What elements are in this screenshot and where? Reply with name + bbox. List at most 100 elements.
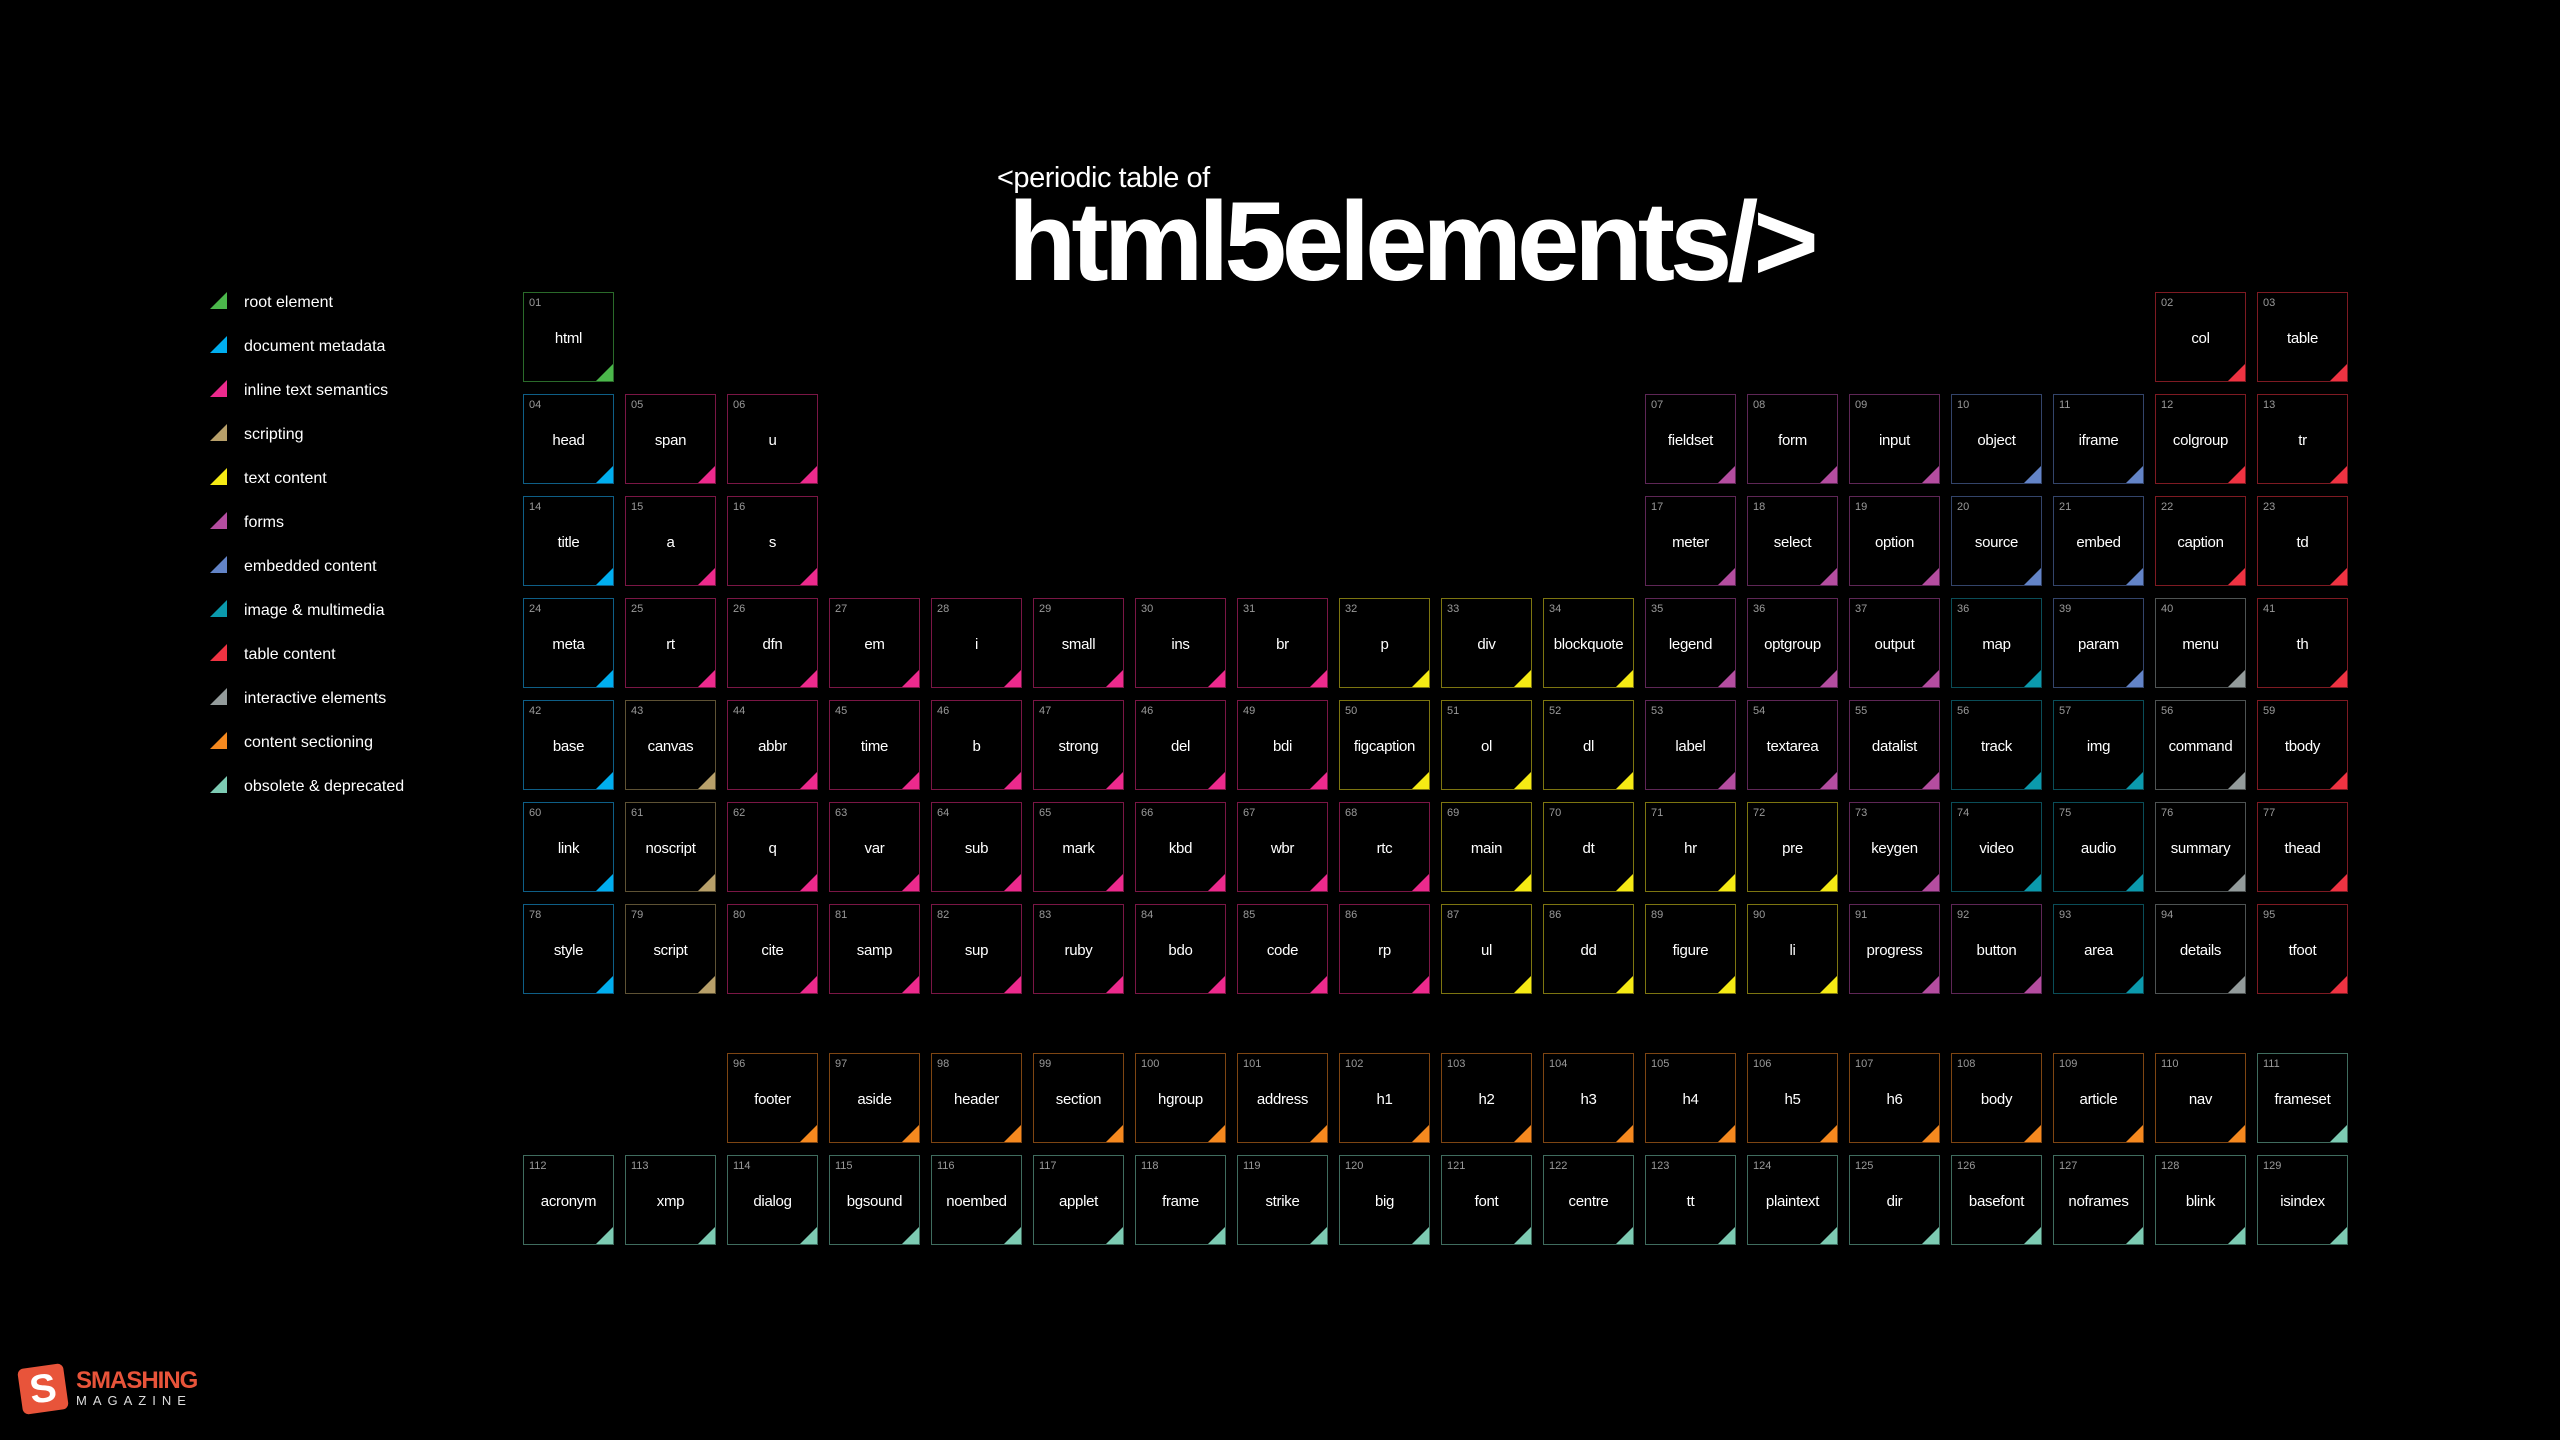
element-name: tfoot <box>2288 942 2317 959</box>
element-cell-span: 05 span <box>625 394 716 484</box>
element-cell-output: 37 output <box>1849 598 1940 688</box>
element-cell-small: 29 small <box>1033 598 1124 688</box>
element-name: embed <box>2076 534 2121 551</box>
element-name: dl <box>1582 738 1595 755</box>
element-number: 92 <box>1957 909 1970 921</box>
element-number: 51 <box>1447 705 1460 717</box>
category-corner-icon <box>1106 670 1123 687</box>
element-cell-datalist: 55 datalist <box>1849 700 1940 790</box>
element-name: bdi <box>1272 738 1293 755</box>
element-name: ul <box>1480 942 1493 959</box>
element-name: progress <box>1866 942 1923 959</box>
element-name: q <box>768 840 777 857</box>
category-corner-icon <box>1004 670 1021 687</box>
element-cell-param: 39 param <box>2053 598 2144 688</box>
category-corner-icon <box>698 772 715 789</box>
element-number: 56 <box>2161 705 2174 717</box>
element-number: 29 <box>1039 603 1052 615</box>
element-number: 27 <box>835 603 848 615</box>
element-name: hgroup <box>1158 1091 1203 1108</box>
category-corner-icon <box>596 568 613 585</box>
element-cell-u: 06 u <box>727 394 818 484</box>
logo-wordmark-top: SMASHING <box>76 1366 198 1394</box>
element-name: code <box>1266 942 1299 959</box>
category-corner-icon <box>1310 1227 1327 1244</box>
category-corner-icon <box>2228 976 2245 993</box>
legend-triangle-icon <box>210 512 227 529</box>
element-name: link <box>557 840 580 857</box>
category-corner-icon <box>902 874 919 891</box>
element-number: 123 <box>1651 1160 1670 1172</box>
category-corner-icon <box>1004 1227 1021 1244</box>
element-cell-col: 02 col <box>2155 292 2246 382</box>
element-number: 122 <box>1549 1160 1568 1172</box>
element-name: ol <box>1480 738 1493 755</box>
element-cell-rt: 25 rt <box>625 598 716 688</box>
element-number: 85 <box>1243 909 1256 921</box>
legend-triangle-icon <box>210 644 227 661</box>
element-name: basefont <box>1968 1193 2025 1210</box>
legend-triangle-icon <box>210 688 227 705</box>
category-corner-icon <box>1310 874 1327 891</box>
legend-triangle-icon <box>210 468 227 485</box>
element-number: 06 <box>733 399 746 411</box>
element-name: html <box>554 330 583 347</box>
category-corner-icon <box>2024 772 2041 789</box>
element-number: 62 <box>733 807 746 819</box>
element-cell-samp: 81 samp <box>829 904 920 994</box>
category-corner-icon <box>1718 976 1735 993</box>
category-corner-icon <box>1412 874 1429 891</box>
page-title: html5elements/> <box>1008 179 1819 304</box>
element-cell-main: 69 main <box>1441 802 1532 892</box>
element-cell-track: 56 track <box>1951 700 2042 790</box>
category-corner-icon <box>1820 976 1837 993</box>
element-name: noframes <box>2068 1193 2129 1210</box>
element-number: 22 <box>2161 501 2174 513</box>
element-number: 31 <box>1243 603 1256 615</box>
element-number: 50 <box>1345 705 1358 717</box>
category-corner-icon <box>1514 1125 1531 1142</box>
element-number: 87 <box>1447 909 1460 921</box>
category-corner-icon <box>1514 874 1531 891</box>
element-cell-dl: 52 dl <box>1543 700 1634 790</box>
element-number: 65 <box>1039 807 1052 819</box>
legend-triangle-icon <box>210 556 227 573</box>
element-name: output <box>1874 636 1915 653</box>
element-number: 41 <box>2263 603 2276 615</box>
element-number: 53 <box>1651 705 1664 717</box>
element-number: 86 <box>1549 909 1562 921</box>
element-name: sup <box>964 942 989 959</box>
element-cell-tr: 13 tr <box>2257 394 2348 484</box>
category-corner-icon <box>1820 670 1837 687</box>
element-name: pre <box>1782 840 1803 857</box>
element-number: 95 <box>2263 909 2276 921</box>
element-name: samp <box>856 942 893 959</box>
element-number: 125 <box>1855 1160 1874 1172</box>
category-corner-icon <box>2330 364 2347 381</box>
element-number: 55 <box>1855 705 1868 717</box>
element-number: 104 <box>1549 1058 1568 1070</box>
element-number: 99 <box>1039 1058 1052 1070</box>
element-number: 13 <box>2263 399 2276 411</box>
category-corner-icon <box>1004 976 1021 993</box>
element-cell-figcaption: 50 figcaption <box>1339 700 1430 790</box>
element-cell-del: 46 del <box>1135 700 1226 790</box>
element-number: 100 <box>1141 1058 1160 1070</box>
element-cell-meta: 24 meta <box>523 598 614 688</box>
element-number: 84 <box>1141 909 1154 921</box>
category-corner-icon <box>2228 874 2245 891</box>
category-corner-icon <box>596 466 613 483</box>
element-number: 70 <box>1549 807 1562 819</box>
element-number: 52 <box>1549 705 1562 717</box>
element-number: 89 <box>1651 909 1664 921</box>
legend-label: obsolete & deprecated <box>244 778 405 795</box>
element-name: b <box>972 738 981 755</box>
legend-item-inline: inline text semantics <box>210 380 388 424</box>
element-cell-table: 03 table <box>2257 292 2348 382</box>
category-corner-icon <box>1208 976 1225 993</box>
element-cell-label: 53 label <box>1645 700 1736 790</box>
element-cell-button: 92 button <box>1951 904 2042 994</box>
element-cell-dt: 70 dt <box>1543 802 1634 892</box>
category-corner-icon <box>1310 772 1327 789</box>
legend-label: embedded content <box>244 558 377 575</box>
